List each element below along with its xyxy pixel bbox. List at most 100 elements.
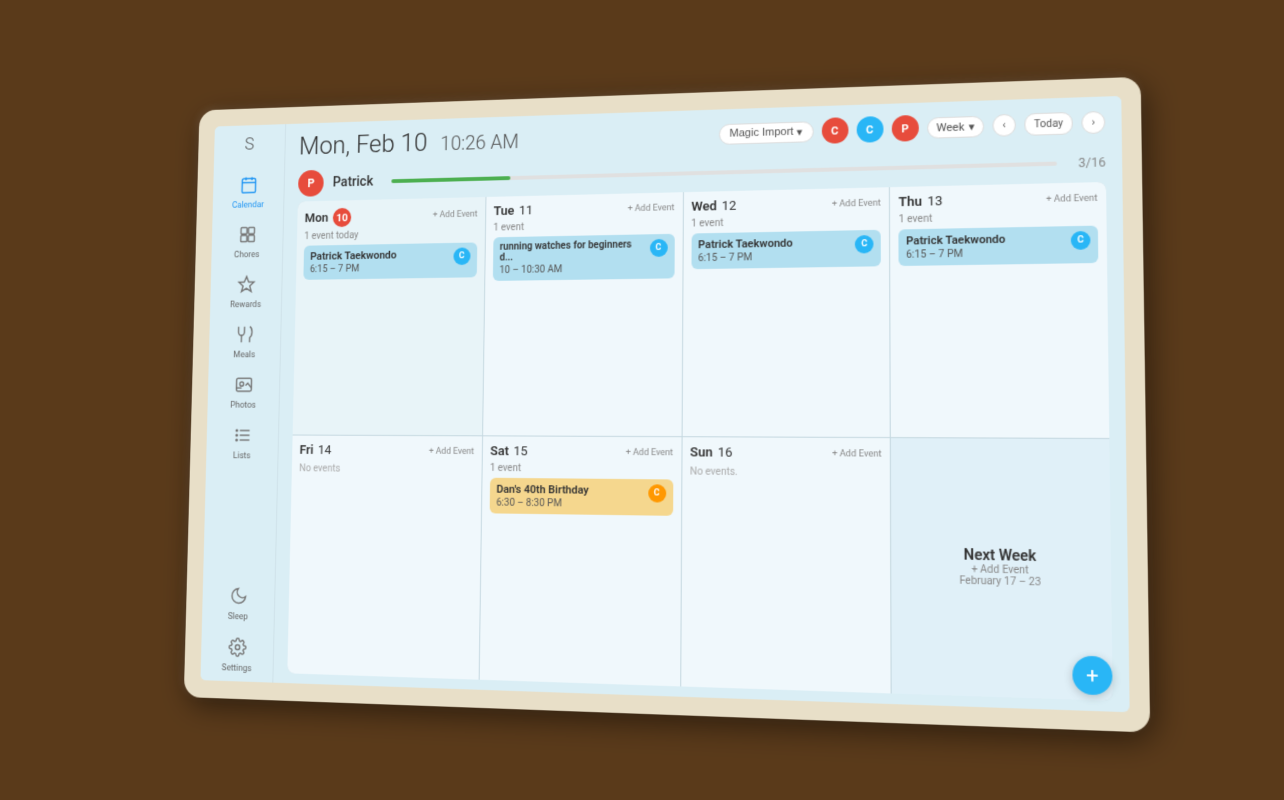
day-cell-wed: Wed 12 + Add Event 1 event Patrick Taekw… [682,187,890,437]
event-avatar-mon: C [453,247,470,265]
avatar-c2[interactable]: C [856,116,883,143]
no-events-sun: No events. [690,466,882,479]
day-header-sat: Sat 15 + Add Event [490,444,673,460]
avatar-p[interactable]: P [891,115,918,142]
event-info: Patrick Taekwondo 6:15 – 7 PM [310,249,397,275]
tablet-frame: S Calendar Chores [184,77,1150,733]
sidebar-item-calendar[interactable]: Calendar [212,167,284,218]
sidebar-item-rewards[interactable]: Rewards [210,267,282,318]
event-card-wed-1[interactable]: Patrick Taekwondo 6:15 – 7 PM C [691,230,881,269]
event-info: running watches for beginners d... 10 – … [499,239,646,276]
day-cell-thu: Thu 13 + Add Event 1 event Patrick Taekw… [890,182,1109,438]
day-name-sat: Sat 15 [490,444,528,459]
screen: S Calendar Chores [200,96,1129,712]
member-progress-fill [392,176,511,183]
week-label: Week [936,120,964,134]
event-count-thu: 1 event [899,210,1098,225]
calendar-grid: Mon 10 + Add Event 1 event today Patrick… [287,182,1112,701]
event-info: Patrick Taekwondo 6:15 – 7 PM [698,237,793,265]
calendar-container: Mon 10 + Add Event 1 event today Patrick… [273,182,1129,713]
sidebar-item-chores[interactable]: Chores [211,217,283,268]
sidebar-label-meals: Meals [233,351,255,361]
sidebar-item-meals[interactable]: Meals [209,317,281,368]
event-info: Patrick Taekwondo 6:15 – 7 PM [906,233,1006,261]
day-header-mon: Mon 10 + Add Event [305,205,478,228]
add-event-mon[interactable]: + Add Event [433,210,478,221]
member-avatar[interactable]: P [298,170,324,197]
chores-icon [238,225,256,248]
sidebar-logo: S [244,134,254,154]
day-cell-fri: Fri 14 + Add Event No events [287,435,482,679]
calendar-icon [239,175,257,198]
sidebar-item-lists[interactable]: Lists [206,418,278,469]
add-event-sat[interactable]: + Add Event [626,447,673,457]
magic-import-label: Magic Import [730,126,794,140]
week-selector[interactable]: Week ▾ [927,115,984,138]
event-avatar-tue: C [649,239,667,257]
sidebar: S Calendar Chores [200,124,286,683]
sidebar-label-rewards: Rewards [230,300,261,310]
day-cell-tue: Tue 11 + Add Event 1 event running watch… [483,192,683,436]
member-progress-bar [392,162,1057,184]
day-name-wed: Wed 12 [691,199,736,215]
magic-import-button[interactable]: Magic Import ▾ [719,121,814,145]
sidebar-item-sleep[interactable]: Sleep [202,578,275,631]
nav-next-button[interactable]: › [1081,111,1105,134]
week-chevron: ▾ [969,120,975,133]
event-card-mon-1[interactable]: Patrick Taekwondo 6:15 – 7 PM C [303,242,477,279]
event-info: Dan's 40th Birthday 6:30 – 8:30 PM [496,483,589,510]
event-card-thu-1[interactable]: Patrick Taekwondo 6:15 – 7 PM C [899,226,1099,266]
sidebar-item-photos[interactable]: Photos [207,368,279,419]
add-event-sun[interactable]: + Add Event [832,449,882,460]
member-name: Patrick [333,174,374,190]
day-name-thu: Thu 13 [899,194,943,210]
sleep-icon [229,586,248,610]
add-event-wed[interactable]: + Add Event [832,198,881,209]
sidebar-item-settings[interactable]: Settings [200,629,273,683]
sidebar-label-sleep: Sleep [228,612,248,622]
day-cell-sat: Sat 15 + Add Event 1 event Dan's 40th Bi… [479,436,681,686]
header-time: 10:26 AM [440,130,519,155]
event-card-tue-1[interactable]: running watches for beginners d... 10 – … [493,234,675,281]
event-avatar-wed: C [855,235,874,254]
add-event-thu[interactable]: + Add Event [1046,193,1098,204]
event-count-tue: 1 event [493,219,674,233]
next-week-dates: February 17 – 23 [959,575,1041,588]
meals-icon [235,325,254,348]
sidebar-label-photos: Photos [230,401,256,411]
event-avatar-thu: C [1071,231,1091,250]
header-date-time: Mon, Feb 10 10:26 AM [299,126,519,161]
magic-import-chevron: ▾ [797,125,803,138]
day-header-tue: Tue 11 + Add Event [493,200,674,219]
sidebar-label-settings: Settings [222,663,252,674]
day-cell-sun: Sun 16 + Add Event No events. [681,437,891,693]
day-cell-mon: Mon 10 + Add Event 1 event today Patrick… [293,197,486,435]
header-right: Magic Import ▾ C C P Week ▾ ‹ Today › [719,109,1106,147]
nav-prev-button[interactable]: ‹ [992,114,1016,137]
day-header-wed: Wed 12 + Add Event [691,195,881,214]
nav-today-button[interactable]: Today [1024,112,1073,136]
header-date: Mon, Feb 10 [299,129,428,161]
event-count-sat: 1 event [490,463,673,475]
avatar-c1[interactable]: C [822,117,849,144]
day-header-thu: Thu 13 + Add Event [899,190,1098,210]
day-name-tue: Tue 11 [493,204,533,219]
day-header-fri: Fri 14 + Add Event [299,443,474,459]
next-week-label: Next Week [964,546,1037,564]
add-event-fri[interactable]: + Add Event [429,446,474,456]
rewards-icon [237,275,255,298]
day-name-fri: Fri 14 [299,443,331,458]
settings-icon [228,637,247,661]
event-count-mon: 1 event today [304,228,477,242]
no-events-fri: No events [299,463,474,475]
day-header-sun: Sun 16 + Add Event [690,445,882,461]
lists-icon [233,426,252,449]
today-badge: 10 [333,208,352,227]
event-avatar-sat: C [648,484,666,502]
fab-add-button[interactable]: + [1072,656,1112,696]
event-card-sat-1[interactable]: Dan's 40th Birthday 6:30 – 8:30 PM C [489,478,672,516]
add-event-tue[interactable]: + Add Event [628,203,675,214]
photos-icon [234,375,253,398]
sidebar-label-calendar: Calendar [232,200,264,210]
sidebar-label-lists: Lists [233,451,251,461]
